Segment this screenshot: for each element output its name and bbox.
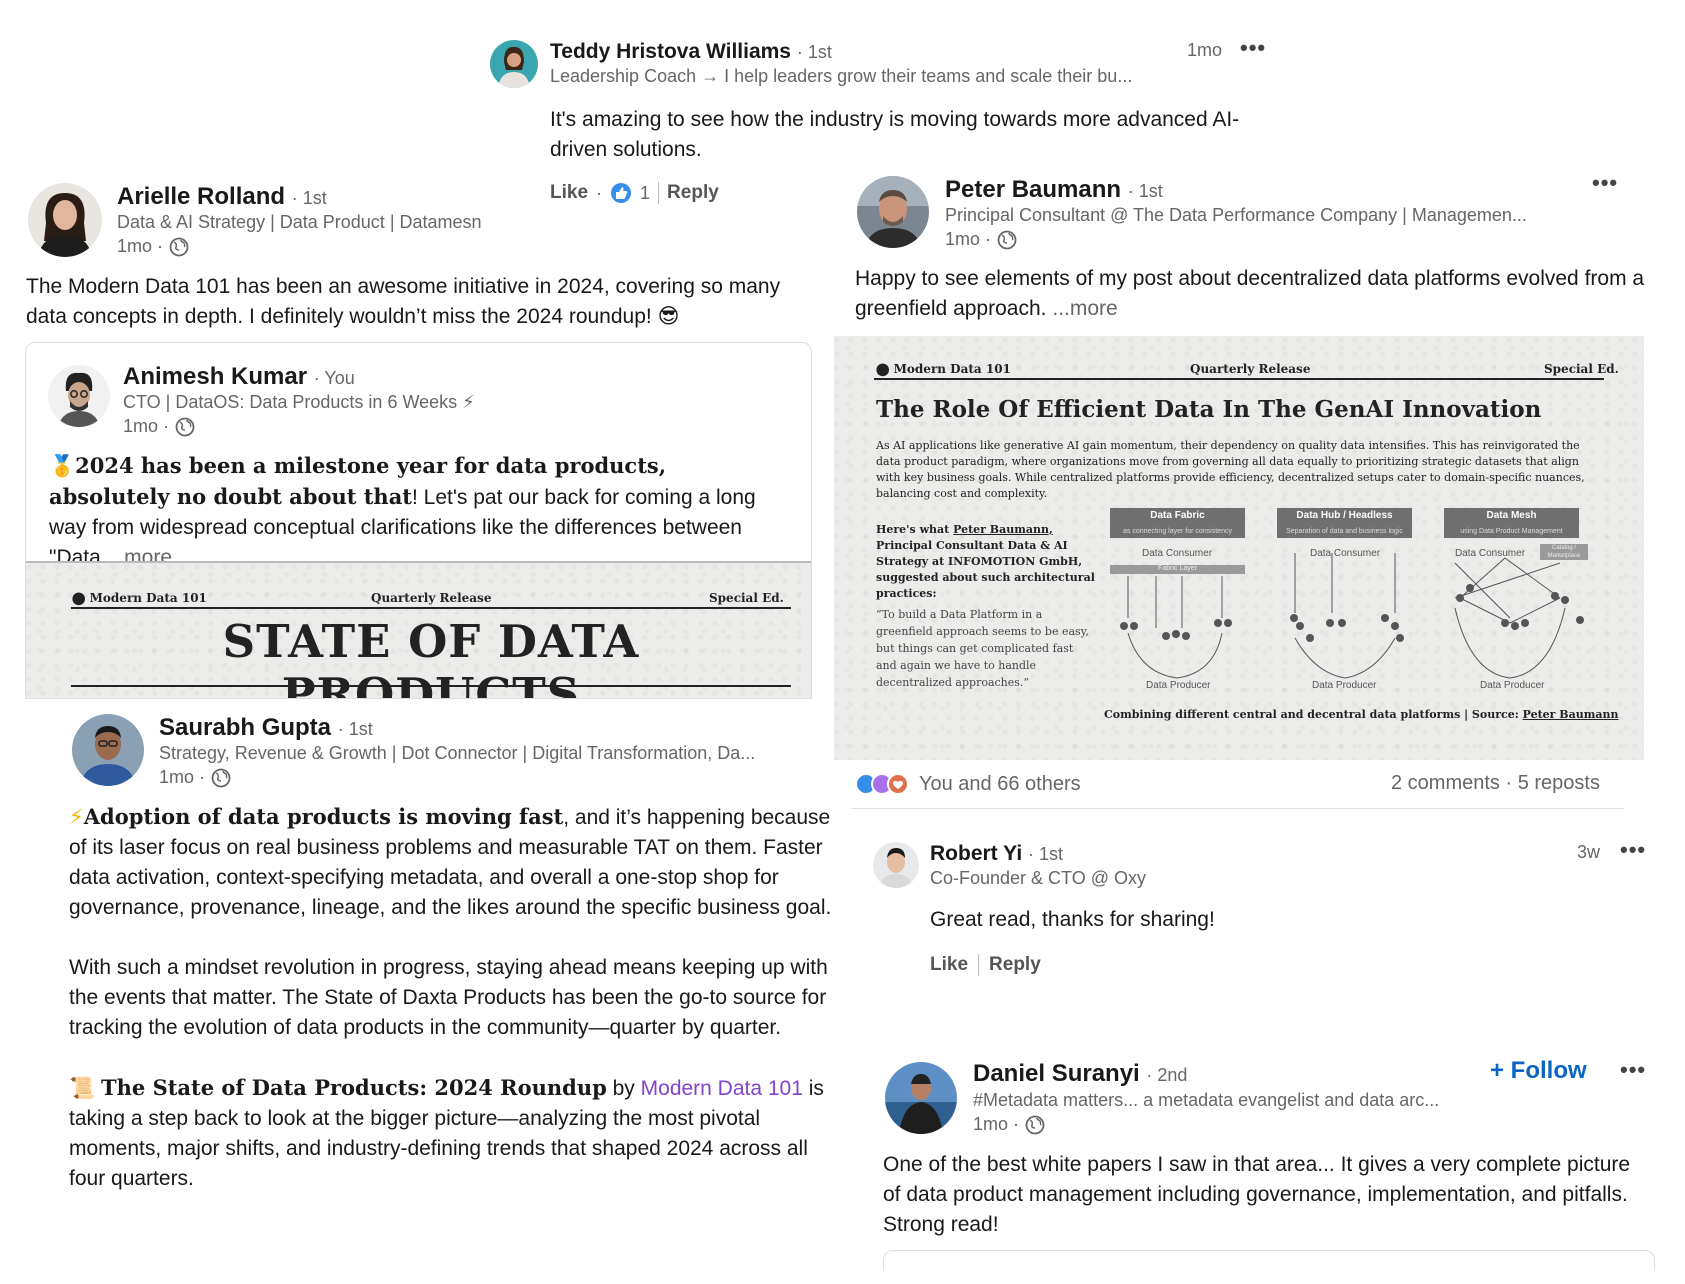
post-time: 1mo ·: [159, 767, 206, 787]
avatar[interactable]: [885, 1062, 957, 1134]
avatar[interactable]: [873, 842, 919, 888]
reaction-icons: [855, 772, 911, 796]
like-count: 1: [640, 182, 651, 203]
separator-dot: ·: [596, 182, 603, 203]
author-name[interactable]: Peter Baumann: [945, 176, 1121, 203]
more-options-icon[interactable]: •••: [1620, 837, 1646, 863]
connection-degree: · 2nd: [1146, 1065, 1188, 1085]
globe-icon: [1025, 1115, 1045, 1135]
like-button[interactable]: Like: [550, 182, 588, 204]
post-time: 1mo ·: [123, 416, 170, 436]
article-title: The Role Of Efficient Data In The GenAI …: [876, 396, 1542, 423]
commenter-headline: Co-Founder & CTO @ Oxy: [930, 868, 1146, 888]
connection-degree: · 1st: [796, 42, 832, 62]
post-text: Happy to see elements of my post about d…: [855, 267, 1645, 320]
architecture-diagram: Data Fabric as connecting layer for cons…: [1110, 508, 1610, 698]
avatar[interactable]: [490, 40, 538, 88]
commenter-headline: Strategy, Revenue & Growth | Dot Connect…: [159, 743, 756, 763]
globe-icon: [997, 230, 1017, 250]
post-paragraph-2: With such a mindset revolution in progre…: [69, 956, 828, 1039]
brand-logo-icon: ⬤: [72, 591, 86, 605]
comment-timestamp: 1mo: [1187, 40, 1223, 60]
next-card-edge: [883, 1250, 1655, 1271]
commenter-name[interactable]: Teddy Hristova Williams: [550, 40, 791, 63]
comment-timestamp: 3w: [1577, 842, 1601, 862]
reactions-text[interactable]: You and 66 others: [919, 773, 1081, 796]
divider: [658, 182, 660, 204]
comment-text: One of the best white papers I saw in th…: [883, 1153, 1631, 1236]
commenter-name[interactable]: Arielle Rolland: [117, 183, 285, 210]
edition-label: Special Ed.: [1544, 362, 1619, 376]
commenter-headline: #Metadata matters... a metadata evangeli…: [973, 1090, 1440, 1110]
commenter-name[interactable]: Saurabh Gupta: [159, 714, 331, 741]
post-time: 1mo ·: [117, 236, 164, 256]
connection-degree: · 1st: [1127, 181, 1163, 201]
more-options-icon[interactable]: •••: [1240, 35, 1266, 61]
mention-link[interactable]: Modern Data 101: [641, 1077, 803, 1100]
post-paragraph-3: 📜 The State of Data Products: 2024 Round…: [69, 1075, 824, 1190]
more-options-icon[interactable]: •••: [1620, 1057, 1646, 1083]
author-name[interactable]: Animesh Kumar: [123, 363, 307, 390]
follow-button[interactable]: + Follow: [1490, 1057, 1587, 1085]
see-more-link[interactable]: ...more: [1052, 297, 1117, 320]
avatar[interactable]: [857, 176, 929, 248]
diagram-caption: Combining different central and decentra…: [1104, 708, 1619, 721]
article-paragraph: As AI applications like generative AI ga…: [876, 439, 1585, 500]
globe-icon: [169, 237, 189, 257]
divider: [978, 954, 980, 976]
medal-icon: 🥇: [49, 455, 76, 478]
commenter-name[interactable]: Robert Yi: [930, 842, 1022, 865]
author-headline: CTO | DataOS: Data Products in 6 Weeks ⚡: [123, 392, 475, 412]
connection-degree: · You: [313, 368, 355, 388]
connection-degree: · 1st: [291, 188, 327, 208]
brand-label: ⬤ Modern Data 101: [72, 591, 207, 605]
globe-icon: [175, 417, 195, 437]
comments-reposts-count[interactable]: 2 comments · 5 reposts: [1391, 772, 1600, 795]
lightning-icon: ⚡: [69, 806, 84, 829]
edition-label: Special Ed.: [709, 591, 784, 605]
divider: [852, 808, 1624, 809]
comment-text: Great read, thanks for sharing!: [930, 908, 1215, 931]
avatar[interactable]: [48, 365, 110, 427]
rule: [71, 607, 791, 609]
connection-degree: · 1st: [337, 719, 373, 739]
post-time: 1mo ·: [973, 1114, 1020, 1134]
avatar[interactable]: [72, 714, 144, 786]
commenter-headline: Leadership Coach → I help leaders grow t…: [550, 66, 1133, 86]
reply-button[interactable]: Reply: [667, 182, 719, 204]
author-headline: Principal Consultant @ The Data Performa…: [945, 205, 1527, 225]
commenter-name[interactable]: Daniel Suranyi: [973, 1060, 1140, 1087]
article-quote: “To build a Data Platform in a greenfiel…: [876, 608, 1089, 689]
shared-post-card[interactable]: Animesh Kumar · You CTO | DataOS: Data P…: [25, 342, 812, 699]
more-options-icon[interactable]: •••: [1592, 170, 1618, 196]
post-paragraph-1: ⚡Adoption of data products is moving fas…: [69, 804, 832, 919]
connection-degree: · 1st: [1028, 844, 1064, 864]
post-text: The Modern Data 101 has been an awesome …: [26, 275, 781, 328]
commenter-headline: Data & AI Strategy | Data Product | Data…: [117, 212, 482, 232]
post-time: 1mo ·: [945, 229, 992, 249]
rule: [874, 378, 1604, 380]
brand-label: Modern Data 101: [893, 362, 1011, 376]
release-label: Quarterly Release: [1190, 362, 1311, 376]
reactions-summary[interactable]: You and 66 others: [855, 772, 1081, 796]
sodp-banner-image[interactable]: ⬤ Modern Data 101 Quarterly Release Spec…: [26, 561, 811, 698]
release-label: Quarterly Release: [371, 591, 492, 605]
avatar[interactable]: [28, 183, 102, 257]
rule: [71, 685, 791, 687]
scroll-icon: 📜: [69, 1077, 96, 1100]
comment-text: It's amazing to see how the industry is …: [550, 108, 1240, 161]
reply-button[interactable]: Reply: [989, 954, 1041, 976]
diagram-lines: [1120, 553, 1584, 679]
like-button[interactable]: Like: [930, 954, 968, 976]
genai-article-image[interactable]: ⬤ Modern Data 101 Quarterly Release Spec…: [834, 336, 1644, 760]
like-reaction-icon: [610, 182, 632, 204]
brand-logo-icon: ⬤: [876, 362, 890, 376]
article-intro: Here's what Peter Baumann, Principal Con…: [876, 523, 1095, 600]
globe-icon: [211, 768, 231, 788]
